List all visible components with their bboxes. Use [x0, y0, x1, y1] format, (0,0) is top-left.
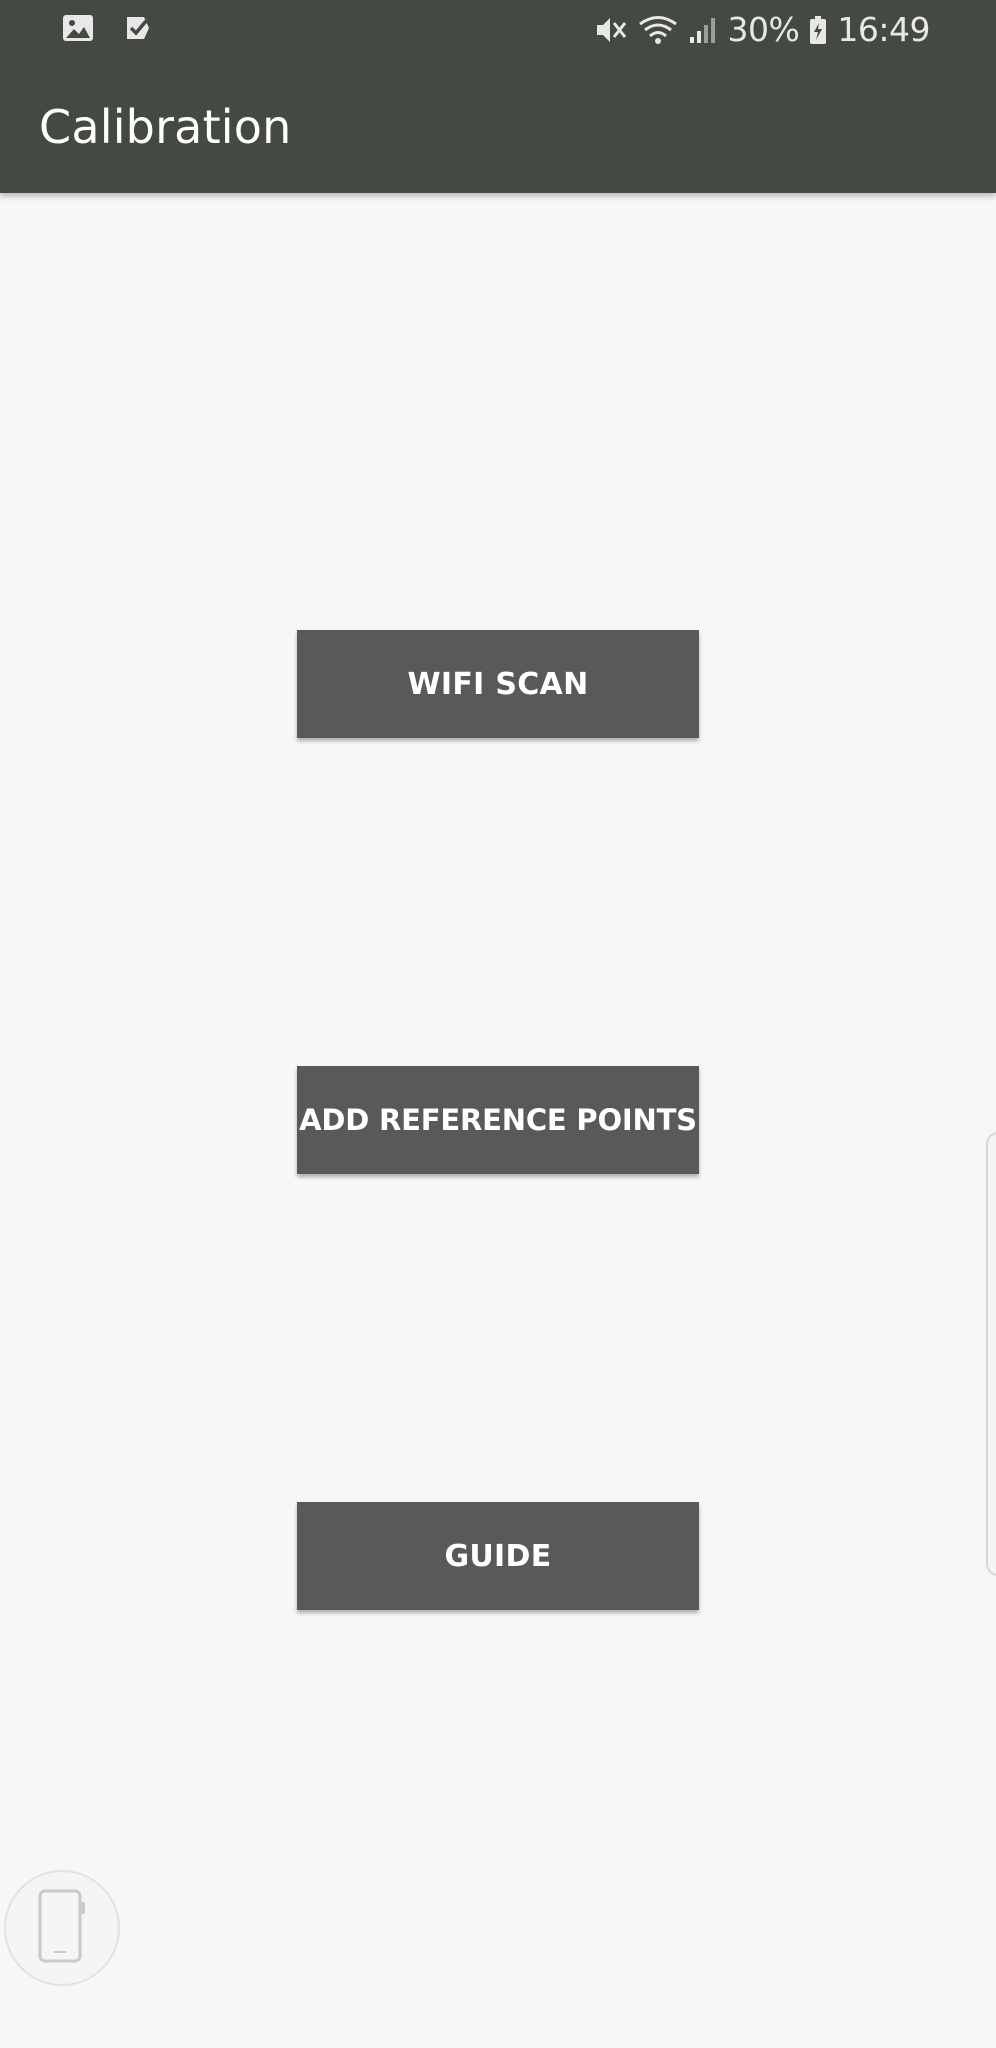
signal-icon	[688, 15, 718, 45]
main-content: WIFI SCAN ADD REFERENCE POINTS GUIDE	[0, 193, 996, 2048]
top-bar: 30% 16:49 Calibration	[0, 0, 996, 193]
wifi-scan-button[interactable]: WIFI SCAN	[297, 630, 699, 738]
add-reference-points-button[interactable]: ADD REFERENCE POINTS	[297, 1066, 699, 1174]
status-time: 16:49	[837, 10, 930, 49]
status-right: 30% 16:49	[594, 10, 930, 49]
floating-phone-button[interactable]	[4, 1870, 120, 1986]
gallery-icon	[62, 14, 94, 42]
battery-charging-icon	[809, 15, 827, 45]
status-bar: 30% 16:49	[0, 0, 996, 60]
page-title: Calibration	[39, 100, 292, 154]
wifi-icon	[638, 15, 678, 45]
mute-icon	[594, 15, 628, 45]
status-left	[62, 14, 152, 42]
guide-button[interactable]: GUIDE	[297, 1502, 699, 1610]
battery-percent: 30%	[727, 10, 800, 49]
task-check-icon	[124, 14, 152, 42]
edge-panel-handle[interactable]	[986, 1132, 996, 1576]
phone-icon	[37, 1888, 87, 1969]
